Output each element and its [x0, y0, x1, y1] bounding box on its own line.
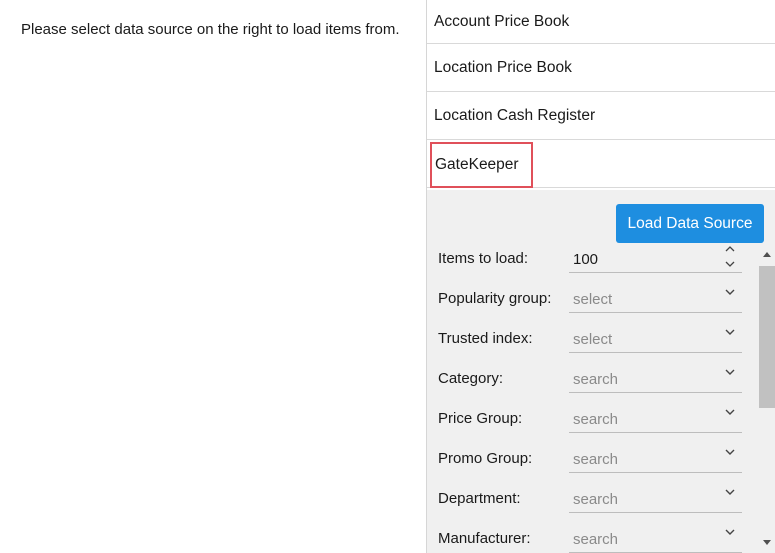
- source-item-label: Location Price Book: [434, 58, 572, 76]
- popularity-group-select[interactable]: select: [569, 284, 742, 313]
- load-data-source-button[interactable]: Load Data Source: [616, 204, 764, 243]
- field-value: select: [573, 331, 613, 348]
- source-item-location-price-book[interactable]: Location Price Book: [427, 44, 775, 92]
- field-value: search: [573, 371, 619, 388]
- field-department: Department: search: [427, 484, 757, 524]
- instruction-message: Please select data source on the right t…: [21, 21, 400, 38]
- department-search[interactable]: search: [569, 484, 742, 513]
- category-search[interactable]: search: [569, 364, 742, 393]
- promo-group-search[interactable]: search: [569, 444, 742, 473]
- chevron-down-icon: [725, 289, 735, 295]
- field-category: Category: search: [427, 364, 757, 404]
- chevron-down-icon: [725, 449, 735, 455]
- chevron-down-icon: [725, 329, 735, 335]
- scroll-down-arrow-icon[interactable]: [762, 537, 772, 547]
- field-label: Items to load:: [438, 250, 529, 267]
- field-value: search: [573, 411, 619, 428]
- data-source-panel: Account Price Book Location Price Book L…: [426, 0, 775, 553]
- price-group-search[interactable]: search: [569, 404, 742, 433]
- app-root: Please select data source on the right t…: [0, 0, 775, 553]
- source-item-label: Account Price Book: [434, 12, 570, 30]
- field-price-group: Price Group: search: [427, 404, 757, 444]
- field-label: Promo Group:: [438, 450, 533, 467]
- chevron-down-icon: [725, 409, 735, 415]
- field-manufacturer: Manufacturer: search: [427, 524, 757, 553]
- field-trusted-index: Trusted index: select: [427, 324, 757, 364]
- spinner-arrows-icon[interactable]: [724, 244, 736, 270]
- chevron-down-icon: [725, 489, 735, 495]
- field-popularity-group: Popularity group: select: [427, 284, 757, 324]
- source-item-label: GateKeeper: [430, 141, 533, 188]
- field-value: 100: [573, 251, 599, 268]
- fields-scrollbar[interactable]: [758, 244, 775, 553]
- field-value: search: [573, 491, 619, 508]
- source-item-location-cash-register[interactable]: Location Cash Register: [427, 92, 775, 140]
- field-items-to-load: Items to load: 100: [427, 244, 757, 284]
- filter-fields: Items to load: 100 Popularity group: sel…: [427, 244, 757, 553]
- scroll-up-arrow-icon[interactable]: [762, 250, 772, 260]
- field-value: search: [573, 451, 619, 468]
- field-promo-group: Promo Group: search: [427, 444, 757, 484]
- source-config-area: Load Data Source Items to load: 100 Popu…: [427, 190, 775, 553]
- chevron-down-icon: [725, 369, 735, 375]
- manufacturer-search[interactable]: search: [569, 524, 742, 553]
- field-label: Trusted index:: [438, 330, 533, 347]
- trusted-index-select[interactable]: select: [569, 324, 742, 353]
- field-value: search: [573, 531, 619, 548]
- field-label: Manufacturer:: [438, 530, 531, 547]
- field-label: Department:: [438, 490, 521, 507]
- scrollbar-thumb[interactable]: [759, 266, 775, 408]
- field-label: Price Group:: [438, 410, 523, 427]
- chevron-down-icon: [725, 529, 735, 535]
- source-item-gatekeeper[interactable]: GateKeeper: [427, 140, 775, 188]
- field-label: Popularity group:: [438, 290, 552, 307]
- source-item-label: Location Cash Register: [434, 106, 596, 124]
- field-value: select: [573, 291, 613, 308]
- source-item-account-price-book[interactable]: Account Price Book: [427, 0, 775, 44]
- field-label: Category:: [438, 370, 504, 387]
- items-to-load-input[interactable]: 100: [569, 244, 742, 273]
